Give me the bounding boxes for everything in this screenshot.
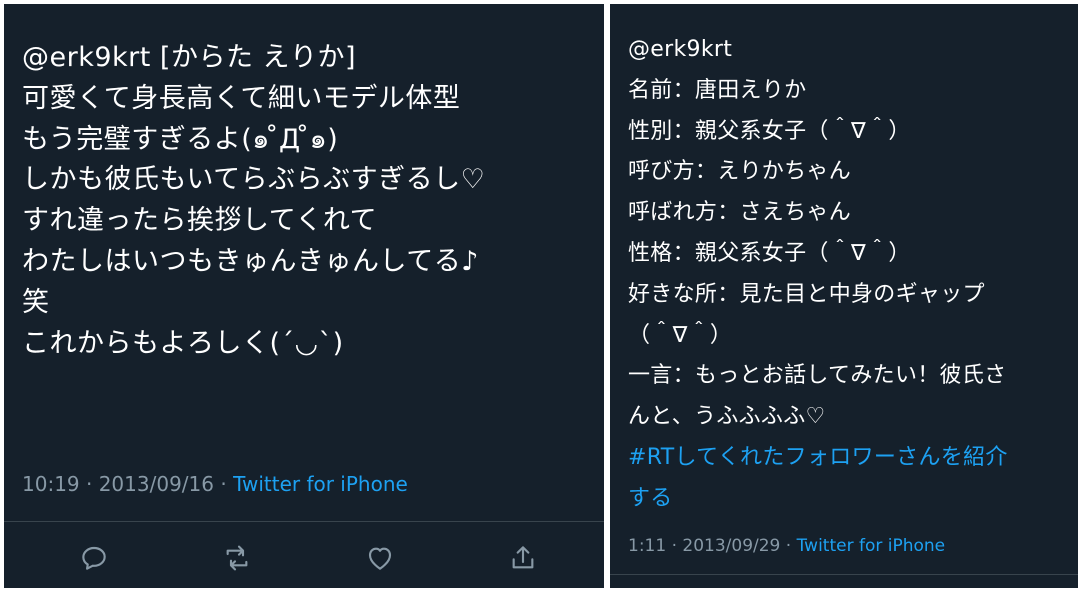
tweet-source-link[interactable]: Twitter for iPhone [233, 472, 408, 496]
right-tweet-panel: @erk9krt 名前：唐田えりか 性別：親父系女子（＾∇＾） 呼び方：えりかち… [610, 4, 1078, 588]
reply-button[interactable] [74, 538, 114, 578]
heart-icon [368, 547, 392, 570]
left-tweet-panel: @erk9krt [からた えりか] 可愛くて身長高くて細いモデル体型 もう完璧… [4, 4, 604, 588]
left-tweet-text: @erk9krt [からた えりか] 可愛くて身長高くて細いモデル体型 もう完璧… [22, 38, 592, 364]
tweet-line: もう完璧すぎるよ(๑ ̊Д ̊๑) [22, 123, 339, 155]
reply-icon [82, 546, 106, 570]
tweet-action-bar [4, 538, 604, 578]
tweet-line: 可愛くて身長高くて細いモデル体型 [22, 82, 461, 114]
tweet-timestamp: 1:11 · 2013/09/29 · [628, 536, 797, 556]
tweet-line: 好きな所：見た目と中身のギャップ [628, 281, 985, 307]
tweet-line: これからもよろしく(´◡`) [22, 327, 344, 359]
right-tweet-text: @erk9krt 名前：唐田えりか 性別：親父系女子（＾∇＾） 呼び方：えりかち… [628, 30, 1066, 520]
right-tweet-meta: 1:11 · 2013/09/29 · Twitter for iPhone [628, 536, 945, 556]
tweet-timestamp: 10:19 · 2013/09/16 · [22, 472, 234, 496]
tweet-line: @erk9krt [からた えりか] [22, 42, 357, 73]
hashtag-link[interactable]: #RTしてくれたフォロワーさんを紹介 [628, 438, 1066, 479]
divider [610, 574, 1078, 575]
retweet-button[interactable] [217, 538, 257, 578]
tweet-line: （＾∇＾） [628, 322, 733, 348]
tweet-line: 性格：親父系女子（＾∇＾） [628, 240, 911, 266]
tweet-line: 笑 [22, 286, 50, 318]
hashtag-link[interactable]: する [628, 479, 1066, 520]
screenshot-collage: @erk9krt [からた えりか] 可愛くて身長高くて細いモデル体型 もう完璧… [0, 0, 1080, 591]
tweet-line: 性別：親父系女子（＾∇＾） [628, 118, 911, 144]
share-button[interactable] [503, 538, 543, 578]
tweet-line: しかも彼氏もいてらぶらぶすぎるし♡ [22, 164, 486, 196]
tweet-source-link[interactable]: Twitter for iPhone [797, 536, 946, 556]
tweet-line: 呼ばれ方：さえちゃん [628, 200, 852, 226]
share-icon [512, 546, 534, 569]
tweet-line: わたしはいつもきゅんきゅんしてる♪ [22, 245, 479, 277]
tweet-line: すれ違ったら挨拶してくれて [22, 205, 378, 237]
tweet-line: 名前：唐田えりか [628, 77, 807, 103]
tweet-line: @erk9krt [628, 37, 733, 62]
tweet-line: 一言：もっとお話してみたい！彼氏さ [628, 363, 1007, 389]
tweet-line: んと、うふふふふ♡ [628, 404, 826, 430]
like-button[interactable] [360, 538, 400, 578]
retweet-icon [226, 545, 248, 571]
divider [4, 521, 604, 522]
tweet-line: 呼び方：えりかちゃん [628, 159, 852, 185]
left-tweet-meta: 10:19 · 2013/09/16 · Twitter for iPhone [22, 472, 408, 496]
